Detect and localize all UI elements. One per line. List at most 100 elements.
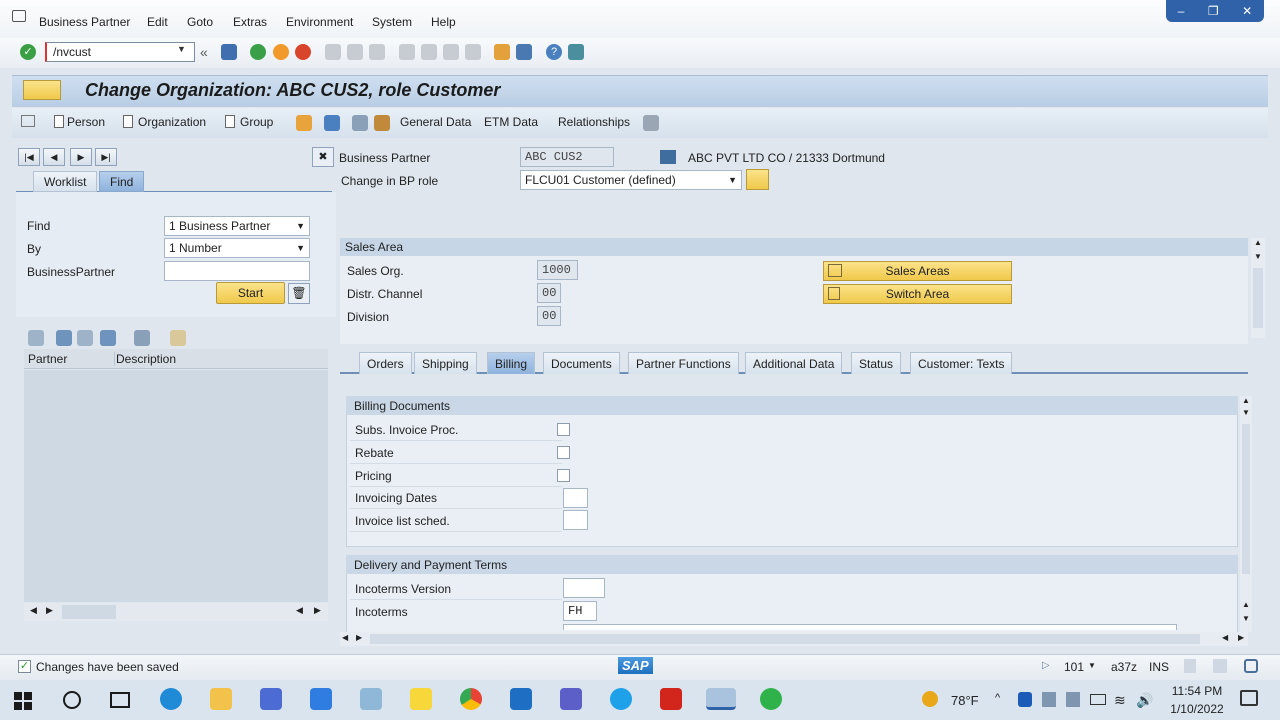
previous-page-icon[interactable] (421, 44, 437, 60)
sort-descending-icon[interactable] (77, 330, 93, 346)
incoterms-input[interactable]: FH (563, 601, 597, 621)
sales-areas-button[interactable]: Sales Areas (823, 261, 1012, 281)
invoicing-dates-input[interactable] (563, 488, 588, 508)
enter-check-icon[interactable]: ✓ (20, 44, 36, 60)
chevron-down-icon[interactable]: ▼ (177, 44, 186, 54)
sales-area-vertical-scrollbar[interactable]: ▲ ▼ (1251, 238, 1265, 338)
find-next-icon[interactable] (369, 44, 385, 60)
relationships-button[interactable]: Relationships (558, 115, 630, 129)
tab-find[interactable]: Find (99, 171, 145, 192)
close-icon[interactable]: ✕ (1242, 4, 1252, 18)
save-icon[interactable] (221, 44, 237, 60)
defender-icon[interactable] (1018, 692, 1032, 707)
edge-icon[interactable] (160, 688, 182, 710)
scroll-thumb[interactable] (1242, 424, 1250, 574)
new-session-icon[interactable] (494, 44, 510, 60)
menu-environment[interactable]: Environment (286, 15, 353, 29)
first-page-icon[interactable] (399, 44, 415, 60)
menu-extras[interactable]: Extras (233, 15, 267, 29)
minimize-icon[interactable]: – (1178, 4, 1185, 18)
task-view-icon[interactable] (110, 692, 130, 708)
first-entry-button[interactable]: |◀ (18, 148, 40, 166)
back-icon[interactable] (250, 44, 266, 60)
switch-display-change-icon[interactable] (324, 115, 340, 131)
division-field[interactable]: 00 (537, 306, 561, 326)
customize-layout-icon[interactable] (568, 44, 584, 60)
next-entry-button[interactable]: ▶ (70, 148, 92, 166)
file-explorer-icon[interactable] (210, 688, 232, 710)
wifi-icon[interactable]: ≋ (1114, 692, 1126, 709)
switch-area-button[interactable]: Switch Area (823, 284, 1012, 304)
pricing-checkbox[interactable] (557, 469, 570, 482)
battery-icon[interactable] (1090, 694, 1106, 705)
create-organization-button[interactable]: Organization (138, 115, 206, 129)
menu-exit-icon[interactable] (12, 10, 26, 22)
find-select[interactable]: 1 Business Partner ▼ (164, 216, 310, 236)
general-data-button[interactable]: General Data (400, 115, 471, 129)
scroll-thumb[interactable] (370, 634, 1200, 644)
business-partner-field[interactable]: ABC CUS2 (520, 147, 614, 167)
scroll-thumb[interactable] (1253, 268, 1263, 328)
lock-icon[interactable] (1244, 659, 1258, 673)
tab-documents[interactable]: Documents (543, 352, 620, 374)
whatsapp-icon[interactable] (760, 688, 782, 710)
status-message[interactable]: Changes have been saved (36, 660, 179, 674)
menu-edit[interactable]: Edit (147, 15, 168, 29)
teams-icon[interactable] (560, 688, 582, 710)
rebate-checkbox[interactable] (557, 446, 570, 459)
screen-menu-icon[interactable] (23, 80, 61, 100)
distr-channel-field[interactable]: 00 (537, 283, 561, 303)
scroll-left-icon[interactable]: ◀ (296, 605, 303, 616)
scroll-right-icon[interactable]: ▶ (1238, 633, 1244, 642)
volume-icon[interactable]: 🔊 (1136, 692, 1153, 709)
tray-app-icon[interactable] (1066, 692, 1080, 707)
menu-business-partner[interactable]: Business Partner (39, 15, 130, 29)
scroll-right-icon[interactable]: ▶ (46, 605, 53, 616)
column-partner[interactable]: Partner (28, 352, 67, 366)
incoterms-version-input[interactable] (563, 578, 605, 598)
collapse-icon[interactable]: « (200, 44, 208, 60)
other-partner-icon[interactable] (352, 115, 368, 131)
tab-billing[interactable]: Billing (487, 352, 536, 374)
status-panel-icon[interactable] (1184, 659, 1196, 673)
outlook-icon[interactable] (510, 688, 532, 710)
column-description[interactable]: Description (114, 352, 176, 366)
input-mode[interactable]: INS (1149, 660, 1169, 674)
scroll-right-icon[interactable]: ▶ (314, 605, 321, 616)
temperature[interactable]: 78°F (951, 693, 979, 708)
bp-role-select[interactable]: FLCU01 Customer (defined) ▼ (520, 170, 742, 190)
content-horizontal-scrollbar[interactable]: ◀ ▶ ◀ ▶ (340, 632, 1248, 646)
add-to-worklist-icon[interactable] (170, 330, 186, 346)
menu-help[interactable]: Help (431, 15, 456, 29)
command-field[interactable]: /nvcust (45, 42, 195, 62)
help-icon[interactable]: ? (546, 44, 562, 60)
content-vertical-scrollbar[interactable]: ▲ ▼ ▲ ▼ (1240, 396, 1252, 632)
details-icon[interactable] (28, 330, 44, 346)
role-search-icon[interactable] (746, 169, 769, 190)
scroll-up-icon[interactable]: ▲ (1254, 238, 1262, 247)
scroll-left-icon[interactable]: ◀ (30, 605, 37, 616)
chrome-icon[interactable] (460, 688, 482, 710)
layout-icon[interactable] (134, 330, 150, 346)
search-icon[interactable] (63, 691, 81, 709)
scroll-thumb[interactable] (62, 605, 116, 619)
play-icon[interactable]: ▷ (1042, 660, 1050, 671)
cancel-icon[interactable] (295, 44, 311, 60)
weather-moon-icon[interactable] (922, 691, 938, 707)
trash-icon[interactable]: 🗑 (288, 283, 310, 304)
chevron-up-icon[interactable]: ^ (995, 692, 1000, 704)
clock-date[interactable]: 1/10/2022 (1164, 702, 1230, 716)
sap-gui-icon[interactable] (706, 688, 736, 710)
mail-icon[interactable] (310, 688, 332, 710)
tab-worklist[interactable]: Worklist (33, 171, 98, 192)
resize-icon[interactable] (1213, 659, 1227, 673)
notes-app-icon[interactable] (360, 688, 382, 710)
clock-time[interactable]: 11:54 PM (1167, 684, 1227, 698)
create-person-button[interactable]: Person (67, 115, 105, 129)
scroll-down-icon[interactable]: ▼ (1242, 408, 1250, 417)
result-horizontal-scrollbar[interactable]: ◀ ▶ ◀ ▶ (24, 603, 328, 621)
sales-org-field[interactable]: 1000 (537, 260, 578, 280)
tab-status[interactable]: Status (851, 352, 902, 374)
store-icon[interactable] (260, 688, 282, 710)
filter-icon[interactable] (100, 330, 116, 346)
